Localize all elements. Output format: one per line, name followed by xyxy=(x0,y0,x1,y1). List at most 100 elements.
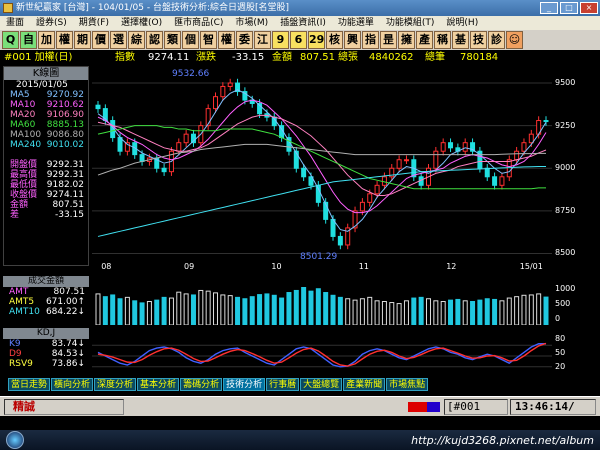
toolbar-button-3[interactable]: 權 xyxy=(56,31,73,49)
toolbar-button-14[interactable]: 江 xyxy=(254,31,271,49)
toolbar-button-9[interactable]: 類 xyxy=(164,31,181,49)
toolbar-button-11[interactable]: 智 xyxy=(200,31,217,49)
toolbar-button-17[interactable]: 29 xyxy=(308,31,325,49)
toolbar-button-10[interactable]: 個 xyxy=(182,31,199,49)
ma-label: MA60 xyxy=(10,120,36,130)
volume-bar xyxy=(301,287,307,325)
toolbar-button-25[interactable]: 基 xyxy=(452,31,469,49)
tab-7[interactable]: 大盤總覽 xyxy=(300,378,343,391)
volume-bar xyxy=(330,294,336,325)
volume-bar xyxy=(95,293,101,325)
candle xyxy=(403,159,409,162)
tab-9[interactable]: 市場焦點 xyxy=(386,378,429,391)
toolbar-button-19[interactable]: 興 xyxy=(344,31,361,49)
ohlc-row: 最低價 9182.02 xyxy=(4,180,88,190)
price-tick: 9500 xyxy=(555,78,576,88)
volume-chart[interactable] xyxy=(92,287,552,325)
total-volume-label: 總張 xyxy=(338,52,358,63)
volume-tick: 500 xyxy=(555,299,571,308)
tab-2[interactable]: 深度分析 xyxy=(94,378,137,391)
toolbar-button-2[interactable]: 加 xyxy=(38,31,55,49)
kd-legend: KD,J K9 83.74↓ D9 84.53↓ RSV9 73.86↓ xyxy=(3,328,89,376)
tab-0[interactable]: 當日走勢 xyxy=(8,378,51,391)
kd-chart[interactable] xyxy=(92,338,552,374)
toolbar-button-13[interactable]: 委 xyxy=(236,31,253,49)
ma-row: MA60 8885.13 xyxy=(4,120,88,130)
candle xyxy=(227,82,233,87)
status-code[interactable]: [#001 xyxy=(444,399,508,415)
volume-bar xyxy=(448,299,454,325)
toolbar-button-1[interactable]: 自 xyxy=(20,31,37,49)
toolbar-button-16[interactable]: 6 xyxy=(290,31,307,49)
close-button[interactable]: × xyxy=(580,2,598,14)
start-button[interactable] xyxy=(6,431,24,449)
toolbar-button-7[interactable]: 綜 xyxy=(128,31,145,49)
volume-tick: 1000 xyxy=(555,284,576,293)
watermark: http://kujd3268.pixnet.net/album xyxy=(411,434,594,447)
toolbar-button-6[interactable]: 選 xyxy=(110,31,127,49)
toolbar-button-15[interactable]: 9 xyxy=(272,31,289,49)
menu-item-9[interactable]: 說明(H) xyxy=(440,16,484,30)
toolbar-button-5[interactable]: 價 xyxy=(92,31,109,49)
menu-item-3[interactable]: 選擇權(O) xyxy=(115,16,168,30)
toolbar-button-21[interactable]: 昰 xyxy=(380,31,397,49)
toolbar-button-22[interactable]: 擁 xyxy=(398,31,415,49)
toolbar-button-20[interactable]: 指 xyxy=(362,31,379,49)
toolbar-button-24[interactable]: 稱 xyxy=(434,31,451,49)
maximize-button[interactable]: □ xyxy=(560,2,578,14)
menu-item-5[interactable]: 市場(M) xyxy=(229,16,274,30)
tool-bar: Q 自加權期價選綜認類個智權委江 9 6 29 核興指昰擁產稱基技診 ☺ xyxy=(0,30,600,50)
ohlc-row: 金額 807.51 xyxy=(4,200,88,210)
volume-bar xyxy=(132,300,138,325)
kd-value: 73.86↓ xyxy=(51,359,85,369)
menu-item-6[interactable]: 插盤資訊(I) xyxy=(274,16,332,30)
ma-value: 9210.62 xyxy=(46,100,84,110)
menu-item-1[interactable]: 證券(S) xyxy=(30,16,73,30)
tab-3[interactable]: 基本分析 xyxy=(137,378,180,391)
ma-label: MA10 xyxy=(10,100,36,110)
volume-bar xyxy=(102,296,108,325)
candle xyxy=(514,150,520,161)
toolbar-button-27[interactable]: 診 xyxy=(488,31,505,49)
legend-date: 2015/01/05 xyxy=(16,80,68,90)
volume-bar xyxy=(279,297,285,325)
volume-bar xyxy=(242,298,248,325)
toolbar-button-18[interactable]: 核 xyxy=(326,31,343,49)
menu-item-8[interactable]: 功能模組(T) xyxy=(380,16,441,30)
toolbar-button-26[interactable]: 技 xyxy=(470,31,487,49)
kd-list: K9 83.74↓ D9 84.53↓ RSV9 73.86↓ xyxy=(3,339,89,369)
volume-bar xyxy=(168,297,174,325)
tab-8[interactable]: 產業新聞 xyxy=(343,378,386,391)
volume-bar xyxy=(176,291,182,325)
toolbar-button-23[interactable]: 產 xyxy=(416,31,433,49)
price-tick: 9000 xyxy=(555,163,576,173)
menu-item-2[interactable]: 期貨(F) xyxy=(73,16,115,30)
menu-item-7[interactable]: 功能選單 xyxy=(332,16,380,30)
toolbar-button-28[interactable]: ☺ xyxy=(506,31,523,49)
title-bar: 新世紀贏家 [台灣] - 104/01/05 - 台盤技術分析:綜合日週股[名堂… xyxy=(0,0,600,16)
toolbar-button-4[interactable]: 期 xyxy=(74,31,91,49)
toolbar-button-0[interactable]: Q xyxy=(2,31,19,49)
menu-item-0[interactable]: 畫面 xyxy=(0,16,30,30)
tab-6[interactable]: 行事曆 xyxy=(266,378,300,391)
volume-bar xyxy=(161,296,167,325)
ohlc-value: 9292.31 xyxy=(46,160,84,170)
volume-bar xyxy=(359,298,365,325)
minimize-button[interactable]: _ xyxy=(540,2,558,14)
symbol-label[interactable]: #001 加權(日) xyxy=(4,51,72,65)
tab-1[interactable]: 橫向分析 xyxy=(51,378,94,391)
volume-bar xyxy=(484,298,490,325)
tab-5[interactable]: 技術分析 xyxy=(223,378,266,391)
tab-4[interactable]: 籌碼分析 xyxy=(180,378,223,391)
kd-label: RSV9 xyxy=(9,359,33,369)
high-annotation: 9532.66 xyxy=(172,69,209,79)
kline-chart[interactable]: 9532.66 8501.29 xyxy=(92,66,552,262)
candle xyxy=(176,142,182,152)
status-time: 13:46:14/ xyxy=(510,399,596,415)
toolbar-button-8[interactable]: 認 xyxy=(146,31,163,49)
toolbar-button-12[interactable]: 權 xyxy=(218,31,235,49)
volume-bar xyxy=(528,294,534,325)
ma-row: MA5 9270.92 xyxy=(4,90,88,100)
ohlc-label: 最高價 xyxy=(10,170,38,180)
menu-item-4[interactable]: 匯市商品(C) xyxy=(168,16,229,30)
